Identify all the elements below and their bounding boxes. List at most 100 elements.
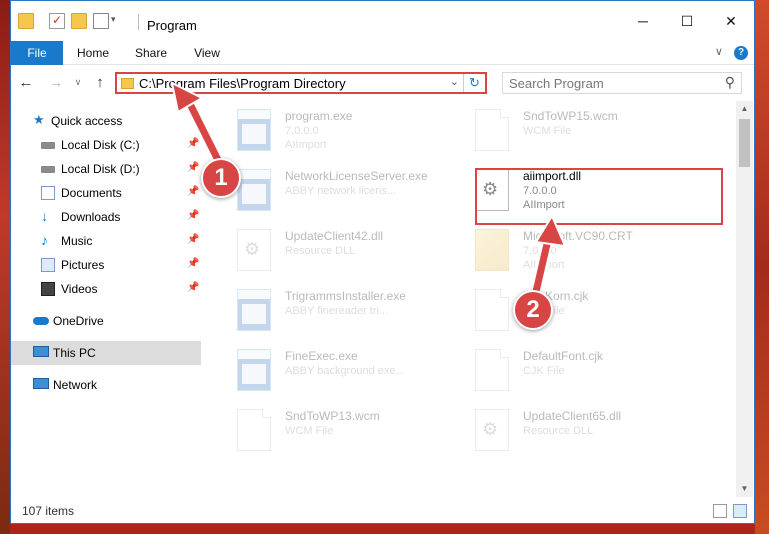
help-icon[interactable]: ? — [734, 46, 748, 60]
nav-label: Videos — [61, 282, 98, 296]
vertical-scrollbar[interactable]: ▲ ▼ — [736, 101, 753, 497]
nav-item-music[interactable]: ♪ Music 📌 — [11, 229, 201, 253]
document-icon — [475, 289, 509, 331]
customize-toolbar-icon[interactable] — [93, 13, 109, 29]
nav-label: Quick access — [51, 114, 123, 128]
pin-icon[interactable]: 📌 — [187, 234, 199, 245]
exe-icon — [237, 109, 271, 151]
nav-item-pictures[interactable]: Pictures 📌 — [11, 253, 201, 277]
step-1-badge: 1 — [201, 158, 241, 198]
file-detail: Resource DLL — [285, 245, 356, 257]
file-name: UpdateClient65.dll — [523, 409, 622, 423]
file-explorer-window: ✓ ▾ Program ─ ☐ ✕ File Home Share View ∨… — [10, 0, 755, 524]
file-detail: 7.0.0.0 — [285, 125, 319, 137]
pin-icon[interactable]: 📌 — [187, 138, 199, 149]
search-icon[interactable]: ⚲ — [725, 74, 735, 91]
minimize-button[interactable]: ─ — [620, 9, 666, 33]
star-icon: ★ — [33, 112, 45, 127]
music-icon: ♪ — [41, 232, 48, 248]
computer-icon — [33, 346, 49, 357]
pin-icon[interactable]: 📌 — [187, 258, 199, 269]
refresh-icon[interactable]: ↻ — [463, 74, 485, 92]
qat-dropdown-icon[interactable]: ▾ — [111, 14, 127, 30]
file-detail: CJK File — [523, 365, 565, 377]
file-detail: Resource DLL — [523, 425, 594, 437]
address-dropdown-icon[interactable]: ⌄ — [450, 75, 459, 88]
item-count: 107 items — [22, 504, 75, 518]
file-detail: AIImport — [523, 259, 565, 271]
nav-item-documents[interactable]: Documents 📌 — [11, 181, 201, 205]
folder-icon — [18, 13, 34, 29]
properties-check-icon[interactable]: ✓ — [49, 13, 65, 29]
tab-share[interactable]: Share — [129, 41, 173, 65]
nav-item-quick-access[interactable]: ★ Quick access — [11, 109, 201, 133]
nav-label: OneDrive — [53, 314, 104, 328]
file-item[interactable]: HanKorn.cjk CJK File — [439, 285, 679, 343]
maximize-button[interactable]: ☐ — [664, 9, 710, 33]
nav-item-network[interactable]: Network — [11, 373, 201, 397]
file-item[interactable]: FineExec.exe ABBY background exe... — [201, 345, 441, 403]
file-item[interactable]: ⚙ UpdateClient65.dll Resource DLL — [439, 405, 679, 463]
nav-label: Network — [53, 378, 98, 392]
tab-file[interactable]: File — [11, 41, 63, 65]
pin-icon[interactable]: 📌 — [187, 162, 199, 173]
nav-item-this-pc[interactable]: This PC — [11, 341, 201, 365]
scroll-up-icon[interactable]: ▲ — [736, 101, 753, 117]
address-path[interactable]: C:\Program Files\Program Directory — [139, 76, 346, 91]
close-button[interactable]: ✕ — [708, 9, 754, 33]
pin-icon[interactable]: 📌 — [187, 282, 199, 293]
document-icon — [237, 409, 271, 451]
navigation-pane: ★ Quick access Local Disk (C:) 📌 Local D… — [11, 101, 201, 497]
file-item[interactable]: ⚙ UpdateClient42.dll Resource DLL — [201, 225, 441, 283]
target-file-highlight — [475, 168, 723, 225]
pictures-icon — [41, 258, 55, 272]
file-name: TrigrammsInstaller.exe — [285, 289, 406, 303]
exe-icon — [237, 349, 271, 391]
nav-label: This PC — [53, 346, 96, 360]
file-item[interactable]: SndToWP13.wcm WCM File — [201, 405, 441, 463]
nav-item-local-disk-c[interactable]: Local Disk (C:) 📌 — [11, 133, 201, 157]
file-item[interactable]: TrigrammsInstaller.exe ABBY finereader t… — [201, 285, 441, 343]
recent-locations-icon[interactable]: ∨ — [69, 77, 87, 88]
forward-arrow-icon[interactable]: → — [47, 74, 65, 91]
search-placeholder: Search Program — [509, 76, 604, 91]
nav-item-local-disk-d[interactable]: Local Disk (D:) 📌 — [11, 157, 201, 181]
new-folder-icon[interactable] — [71, 13, 87, 29]
address-bar[interactable]: C:\Program Files\Program Directory ⌄ ↻ — [115, 72, 487, 94]
file-detail: 7.0.0.0 — [523, 245, 557, 257]
tab-view[interactable]: View — [185, 41, 229, 65]
file-item[interactable]: SndToWP15.wcm WCM File — [439, 105, 679, 163]
documents-icon — [41, 186, 55, 200]
nav-item-onedrive[interactable]: OneDrive — [11, 309, 201, 333]
file-name: NetworkLicenseServer.exe — [285, 169, 428, 183]
up-arrow-icon[interactable]: ↑ — [91, 74, 109, 91]
expand-ribbon-icon[interactable]: ∨ — [715, 46, 723, 58]
nav-label: Pictures — [61, 258, 105, 272]
nav-item-videos[interactable]: Videos 📌 — [11, 277, 201, 301]
file-detail: ABBY background exe... — [285, 365, 405, 377]
scroll-thumb[interactable] — [739, 119, 750, 167]
gear-document-icon: ⚙ — [237, 229, 271, 271]
file-detail: ABBY network licens... — [285, 185, 397, 197]
search-input[interactable]: Search Program ⚲ — [502, 72, 742, 94]
pin-icon[interactable]: 📌 — [187, 210, 199, 221]
download-icon: ↓ — [41, 208, 48, 224]
file-item[interactable]: program.exe 7.0.0.0 AIImport — [201, 105, 441, 163]
nav-item-downloads[interactable]: ↓ Downloads 📌 — [11, 205, 201, 229]
nav-label: Local Disk (C:) — [61, 138, 140, 152]
back-arrow-icon[interactable]: ← — [17, 74, 35, 91]
scroll-down-icon[interactable]: ▼ — [736, 481, 753, 497]
exe-icon — [237, 169, 271, 211]
file-item[interactable]: Microsoft.VC90.CRT 7.0.0.0 AIImport — [439, 225, 679, 283]
qat-separator — [138, 14, 139, 30]
videos-icon — [41, 282, 55, 296]
details-view-icon[interactable] — [713, 504, 727, 518]
file-name: SndToWP15.wcm — [523, 109, 618, 123]
pin-icon[interactable]: 📌 — [187, 186, 199, 197]
tab-home[interactable]: Home — [71, 41, 115, 65]
file-item[interactable]: DefaultFont.cjk CJK File — [439, 345, 679, 403]
status-bar: 107 items — [11, 499, 754, 523]
file-name: UpdateClient42.dll — [285, 229, 384, 243]
file-name: FineExec.exe — [285, 349, 358, 363]
large-icons-view-icon[interactable] — [733, 504, 747, 518]
